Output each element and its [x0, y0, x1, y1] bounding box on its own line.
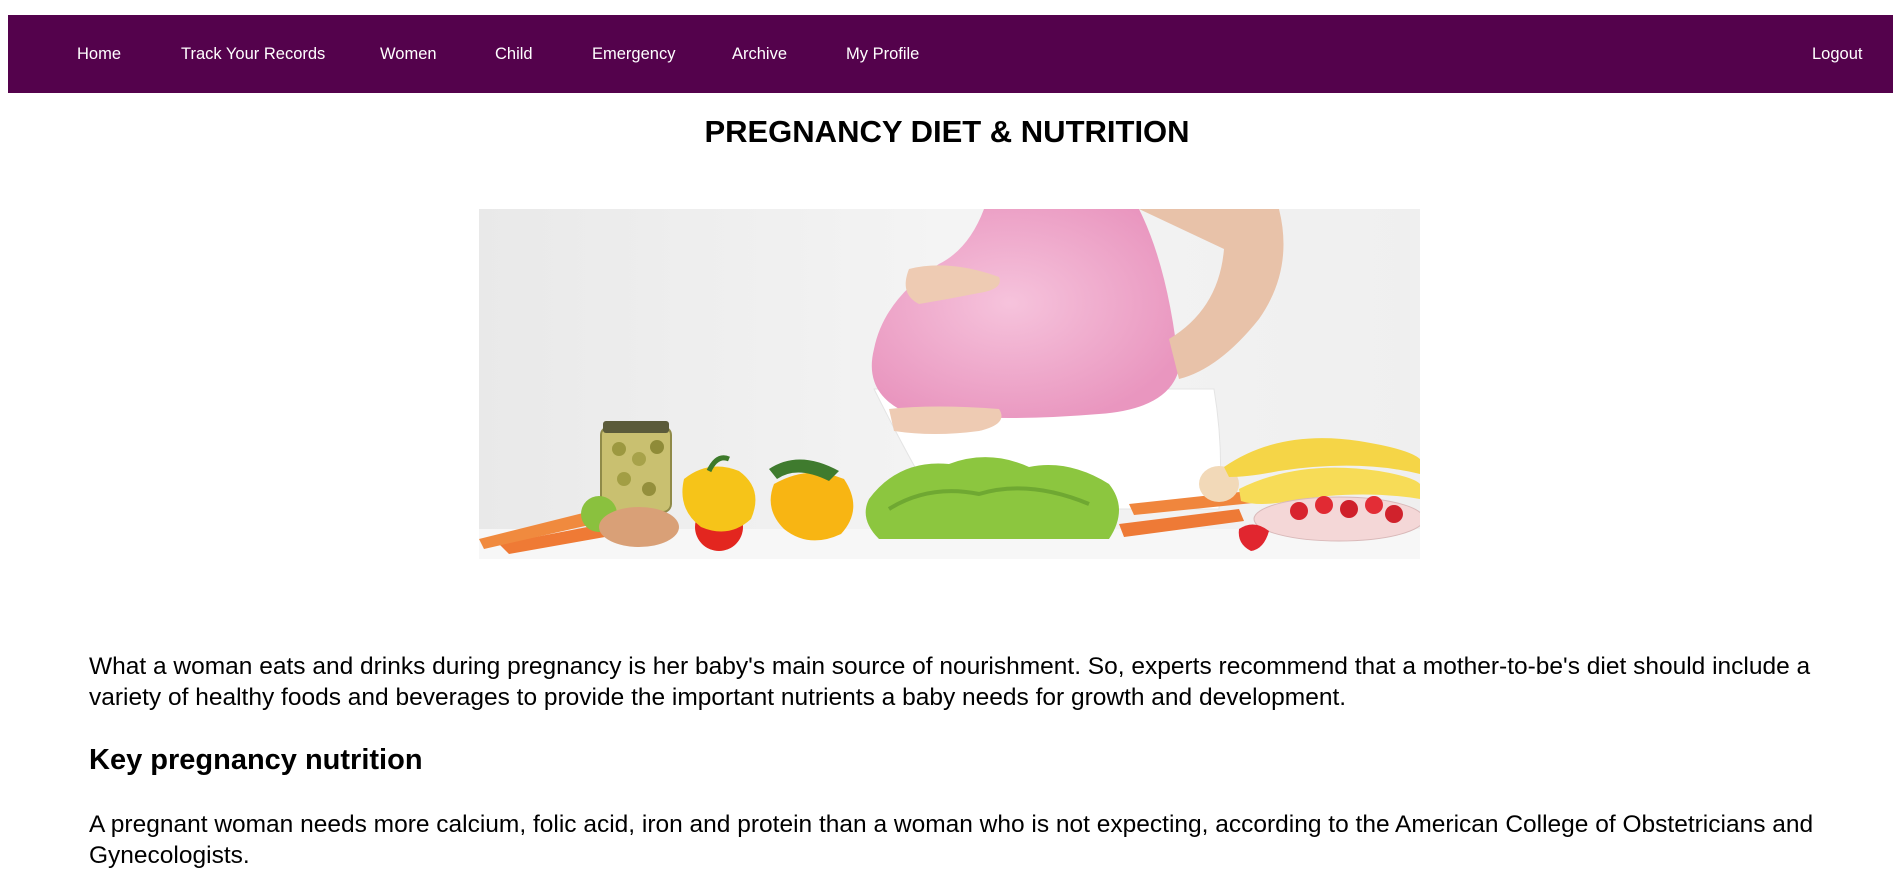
- pregnant-woman-illustration: [479, 209, 1420, 559]
- nav-logout-link[interactable]: Logout: [1812, 15, 1862, 93]
- section-heading-key-nutrition: Key pregnancy nutrition: [89, 744, 423, 776]
- hero-image: [479, 209, 1420, 559]
- nav-child-link[interactable]: Child: [495, 15, 533, 93]
- nav-archive-link[interactable]: Archive: [732, 15, 787, 93]
- intro-paragraph: What a woman eats and drinks during preg…: [89, 653, 1811, 711]
- nav-home-link[interactable]: Home: [77, 15, 121, 93]
- key-nutrition-paragraph: A pregnant woman needs more calcium, fol…: [89, 811, 1814, 869]
- nav-emergency-link[interactable]: Emergency: [592, 15, 675, 93]
- nav-track-records-link[interactable]: Track Your Records: [181, 15, 325, 93]
- nav-my-profile-link[interactable]: My Profile: [846, 15, 919, 93]
- top-navbar: Home Track Your Records Women Child Emer…: [8, 15, 1893, 93]
- nav-women-link[interactable]: Women: [380, 15, 437, 93]
- page-title: PREGNANCY DIET & NUTRITION: [704, 114, 1190, 149]
